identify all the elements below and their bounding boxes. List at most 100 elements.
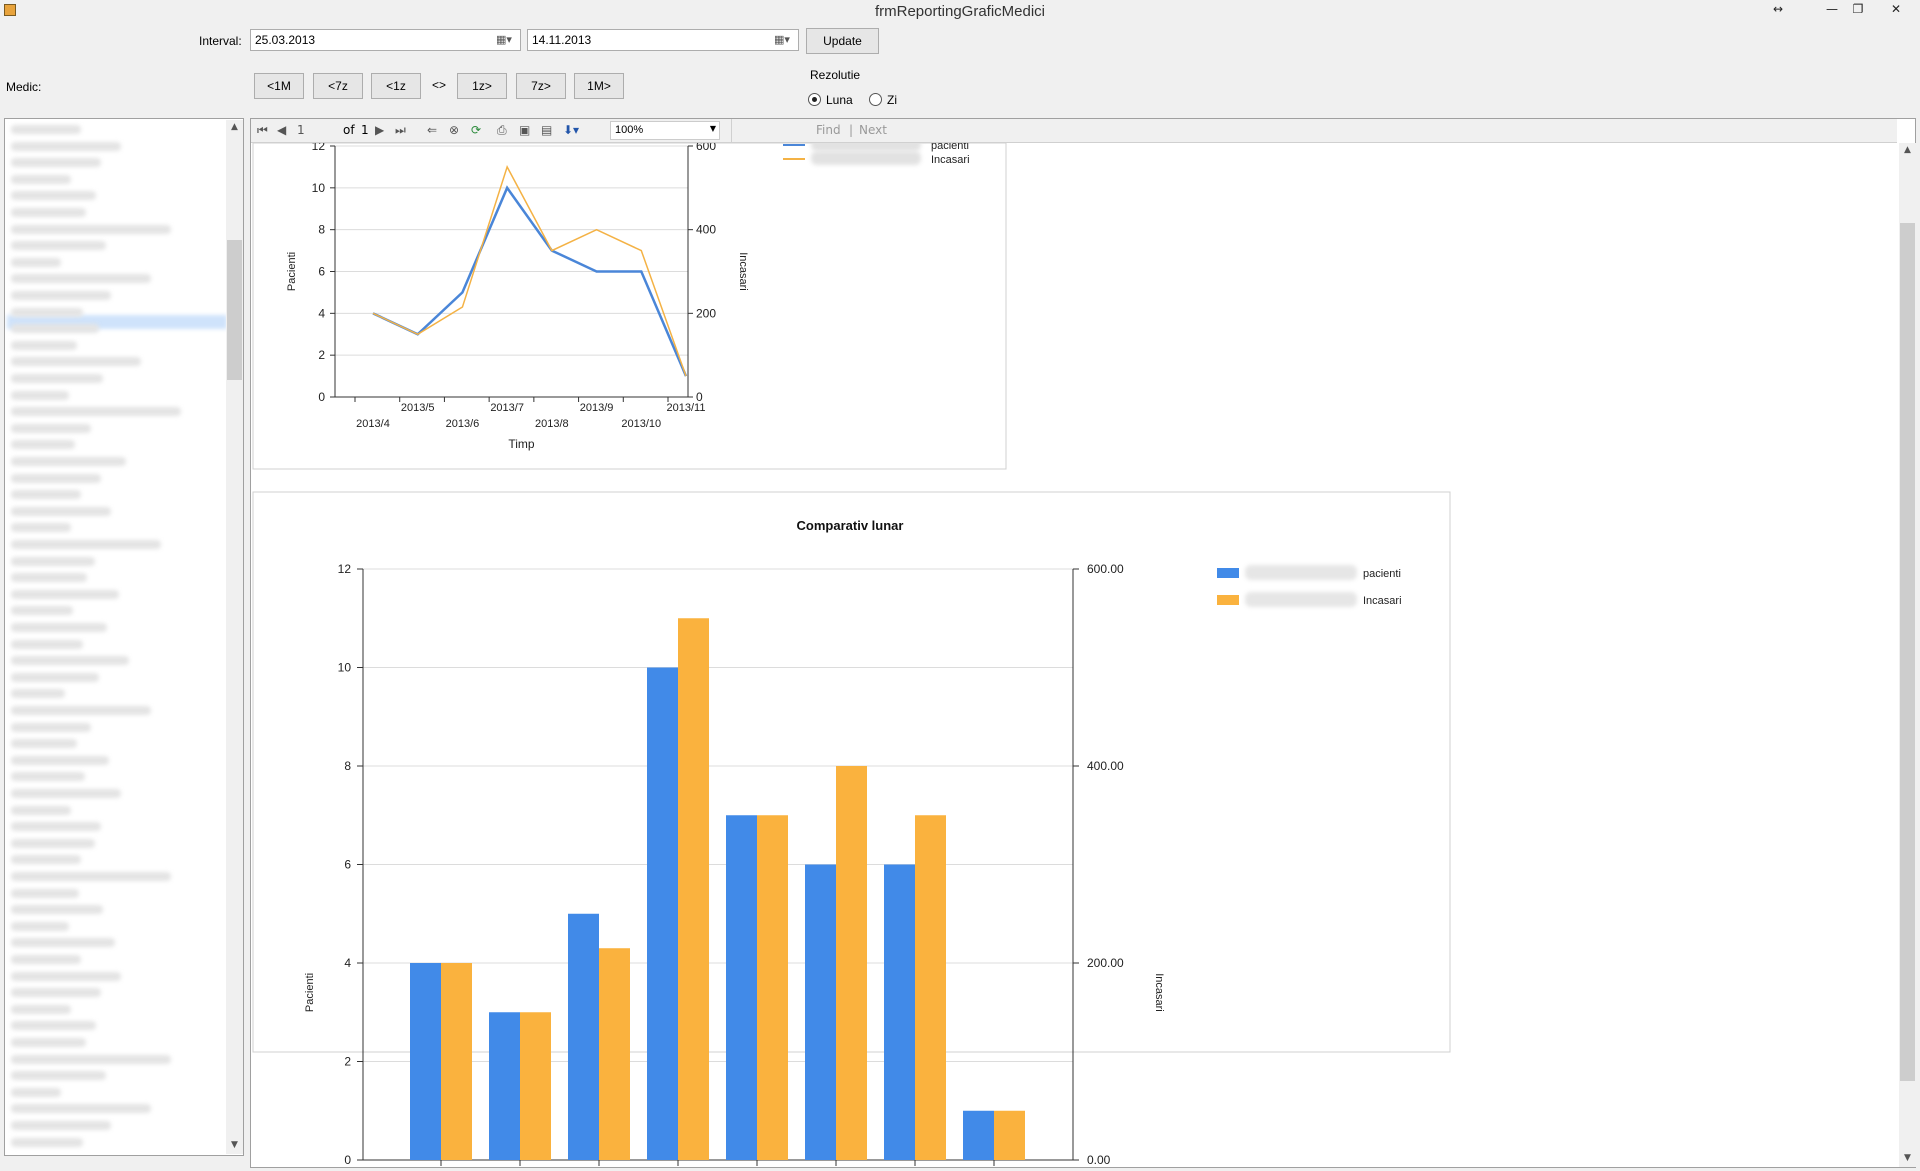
- list-item[interactable]: [11, 822, 101, 832]
- list-item[interactable]: [11, 407, 181, 417]
- scroll-up-icon[interactable]: ▲: [227, 122, 242, 134]
- resolution-zi-radio[interactable]: [869, 93, 882, 106]
- close-button[interactable]: ✕: [1884, 2, 1908, 20]
- list-item[interactable]: [11, 1121, 111, 1130]
- list-item[interactable]: [11, 1038, 86, 1047]
- medic-list-scrollbar[interactable]: ▲ ▼: [226, 120, 243, 1154]
- next-page-icon[interactable]: ▶: [375, 123, 384, 137]
- list-item[interactable]: [11, 573, 87, 583]
- prev-week-button[interactable]: <7z: [313, 73, 363, 99]
- find-link[interactable]: Find: [816, 123, 841, 137]
- prev-month-button[interactable]: <1M: [254, 73, 304, 99]
- list-item[interactable]: [11, 672, 99, 682]
- print-icon[interactable]: ⎙: [497, 123, 507, 138]
- list-item[interactable]: [11, 523, 71, 533]
- medic-list[interactable]: [4, 118, 244, 1156]
- scroll-down-icon[interactable]: ▼: [227, 1140, 242, 1152]
- list-item[interactable]: [11, 1087, 61, 1097]
- stop-icon[interactable]: ⊗: [449, 123, 459, 137]
- list-item[interactable]: [11, 905, 103, 915]
- list-item[interactable]: [11, 191, 96, 201]
- list-item[interactable]: [11, 789, 121, 798]
- list-item[interactable]: [11, 855, 81, 865]
- list-item[interactable]: [11, 125, 81, 134]
- list-item[interactable]: [11, 241, 106, 251]
- list-item[interactable]: [11, 706, 151, 715]
- list-item[interactable]: [11, 805, 71, 815]
- list-item[interactable]: [11, 556, 95, 566]
- list-item[interactable]: [11, 307, 83, 317]
- list-item[interactable]: [11, 722, 91, 732]
- list-item[interactable]: [11, 938, 115, 948]
- list-item[interactable]: [11, 623, 107, 632]
- today-button[interactable]: <>: [425, 73, 453, 99]
- list-item[interactable]: [11, 755, 109, 765]
- date-from-picker[interactable]: 25.03.2013 ▦▾: [250, 29, 521, 51]
- scroll-up-icon[interactable]: ▲: [1900, 145, 1915, 157]
- next-link[interactable]: Next: [859, 123, 887, 137]
- list-item[interactable]: [11, 457, 126, 466]
- list-item[interactable]: [11, 540, 161, 549]
- minimize-button[interactable]: —: [1820, 2, 1844, 20]
- list-item[interactable]: [11, 490, 81, 500]
- list-item[interactable]: [11, 390, 69, 400]
- print-layout-icon[interactable]: ▣: [519, 123, 530, 137]
- prev-page-icon[interactable]: ◀: [277, 123, 286, 137]
- report-scrollbar[interactable]: ▲ ▼: [1899, 143, 1916, 1167]
- calendar-dropdown-icon[interactable]: ▦▾: [496, 33, 516, 47]
- list-item[interactable]: [11, 208, 86, 217]
- zoom-select[interactable]: 100% ▼: [610, 121, 720, 140]
- date-to-picker[interactable]: 14.11.2013 ▦▾: [527, 29, 799, 51]
- list-item[interactable]: [11, 838, 95, 848]
- list-item[interactable]: [11, 639, 83, 649]
- list-item[interactable]: [11, 1054, 171, 1064]
- list-item[interactable]: [11, 174, 71, 184]
- calendar-dropdown-icon[interactable]: ▦▾: [774, 33, 794, 47]
- list-item[interactable]: [11, 988, 101, 998]
- list-item[interactable]: [11, 357, 141, 367]
- list-item[interactable]: [11, 1004, 71, 1014]
- list-item[interactable]: [11, 440, 75, 450]
- next-week-button[interactable]: 7z>: [516, 73, 566, 99]
- list-item[interactable]: [11, 689, 65, 699]
- list-item[interactable]: [11, 506, 111, 516]
- first-page-icon[interactable]: ⏮: [257, 123, 268, 138]
- list-item[interactable]: [11, 374, 103, 383]
- list-item[interactable]: [11, 606, 73, 616]
- prev-day-button[interactable]: <1z: [371, 73, 421, 99]
- list-item[interactable]: [11, 1137, 83, 1147]
- page-setup-icon[interactable]: ▤: [541, 123, 552, 137]
- list-item[interactable]: [11, 955, 81, 964]
- next-month-button[interactable]: 1M>: [574, 73, 624, 99]
- last-page-icon[interactable]: ⏭: [395, 123, 406, 138]
- restore-button[interactable]: ❐: [1846, 2, 1870, 20]
- list-item[interactable]: [11, 324, 99, 334]
- next-day-button[interactable]: 1z>: [457, 73, 507, 99]
- list-item[interactable]: [11, 340, 77, 350]
- resolution-luna-radio[interactable]: [808, 93, 821, 106]
- list-item[interactable]: [11, 257, 61, 267]
- list-item[interactable]: [11, 589, 119, 599]
- current-page-input[interactable]: 1: [297, 123, 305, 137]
- list-item[interactable]: [11, 473, 101, 483]
- list-item[interactable]: [11, 921, 69, 931]
- list-item[interactable]: [11, 739, 77, 749]
- list-item[interactable]: [11, 224, 171, 234]
- list-item[interactable]: [11, 772, 85, 782]
- export-icon[interactable]: ⬇▾: [563, 123, 579, 137]
- list-item[interactable]: [11, 656, 129, 666]
- list-item[interactable]: [11, 1021, 96, 1031]
- list-item[interactable]: [11, 141, 121, 151]
- list-item[interactable]: [11, 888, 79, 898]
- update-button[interactable]: Update: [806, 28, 879, 54]
- resize-icon[interactable]: ↔: [1766, 2, 1790, 20]
- refresh-icon[interactable]: ⟳: [471, 123, 481, 137]
- scroll-thumb[interactable]: [227, 240, 242, 380]
- list-item[interactable]: [11, 274, 151, 284]
- scroll-thumb[interactable]: [1900, 223, 1915, 1081]
- list-item[interactable]: [11, 291, 111, 300]
- scroll-down-icon[interactable]: ▼: [1900, 1153, 1915, 1165]
- list-item[interactable]: [11, 971, 121, 981]
- list-item[interactable]: [11, 1071, 106, 1081]
- list-item[interactable]: [11, 423, 91, 433]
